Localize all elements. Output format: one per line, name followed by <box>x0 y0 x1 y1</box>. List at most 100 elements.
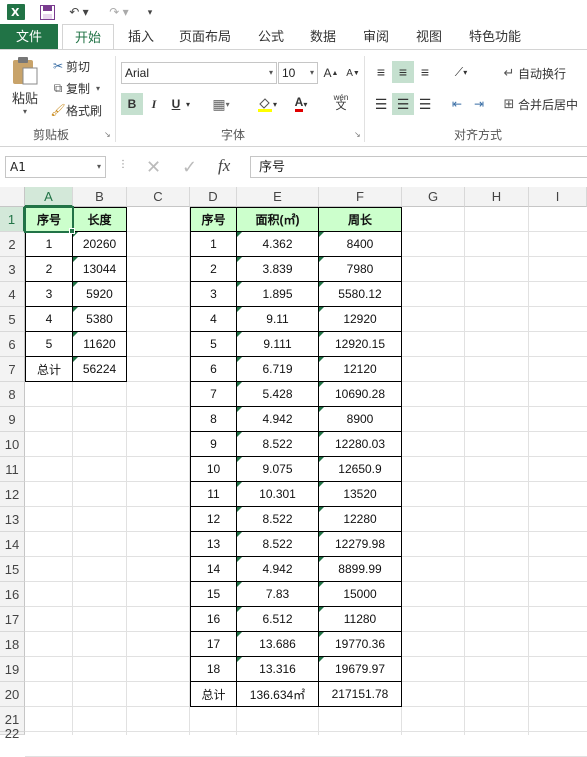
decrease-indent-icon[interactable]: ⇤ <box>446 93 468 115</box>
row-header-6[interactable]: 6 <box>0 332 25 357</box>
excel-logo-icon[interactable]: X <box>6 3 26 21</box>
table2-cell[interactable]: 1.895 <box>237 282 319 307</box>
table2-cell[interactable]: 11 <box>190 482 237 507</box>
row-header-17[interactable]: 17 <box>0 607 25 632</box>
table1-header-cell[interactable]: 序号 <box>25 207 73 232</box>
tab-formulas[interactable]: 公式 <box>248 24 294 49</box>
table2-cell[interactable]: 9.075 <box>237 457 319 482</box>
table2-cell[interactable]: 14 <box>190 557 237 582</box>
cut-button[interactable]: ✂ 剪切 <box>50 57 90 75</box>
row-header-10[interactable]: 10 <box>0 432 25 457</box>
row-header-20[interactable]: 20 <box>0 682 25 707</box>
insert-function-icon[interactable]: fx <box>218 156 230 176</box>
table2-cell[interactable]: 8899.99 <box>319 557 402 582</box>
name-box[interactable]: A1 ▾ <box>5 156 106 178</box>
table2-cell[interactable]: 18 <box>190 657 237 682</box>
table1-cell[interactable]: 5 <box>25 332 73 357</box>
formula-input[interactable]: 序号 <box>250 156 587 178</box>
table2-cell[interactable]: 12650.9 <box>319 457 402 482</box>
row-header-4[interactable]: 4 <box>0 282 25 307</box>
column-header-d[interactable]: D <box>190 187 237 207</box>
table1-cell[interactable]: 13044 <box>73 257 127 282</box>
cancel-icon[interactable]: ✕ <box>146 157 161 178</box>
row-header-9[interactable]: 9 <box>0 407 25 432</box>
table1-cell[interactable]: 5380 <box>73 307 127 332</box>
align-bottom-icon[interactable]: ≡ <box>414 61 436 83</box>
table2-cell[interactable]: 12920.15 <box>319 332 402 357</box>
tab-special-features[interactable]: 特色功能 <box>462 24 528 49</box>
table2-cell[interactable]: 8.522 <box>237 432 319 457</box>
table2-cell[interactable]: 8400 <box>319 232 402 257</box>
wrap-text-button[interactable]: ↵ 自动换行 <box>500 63 566 83</box>
font-size-select[interactable]: 10 ▾ <box>278 62 318 84</box>
table1-cell[interactable]: 56224 <box>73 357 127 382</box>
column-header-i[interactable]: I <box>529 187 587 207</box>
table2-header-cell[interactable]: 序号 <box>190 207 237 232</box>
table1-header-cell[interactable]: 长度 <box>73 207 127 232</box>
align-right-icon[interactable]: ☰ <box>414 93 436 115</box>
table2-cell[interactable]: 13 <box>190 532 237 557</box>
align-center-icon[interactable]: ☰ <box>392 93 414 115</box>
tab-file[interactable]: 文件 <box>0 24 58 49</box>
phonetic-guide-icon[interactable]: wén 文 <box>326 91 356 113</box>
table2-cell[interactable]: 6.512 <box>237 607 319 632</box>
table2-cell[interactable]: 4 <box>190 307 237 332</box>
table2-cell[interactable]: 136.634㎡ <box>237 682 319 707</box>
format-painter-button[interactable]: 🖌 格式刷 <box>50 101 102 119</box>
table2-cell[interactable]: 12279.98 <box>319 532 402 557</box>
table2-cell[interactable]: 12920 <box>319 307 402 332</box>
table2-cell[interactable]: 7.83 <box>237 582 319 607</box>
row-header-8[interactable]: 8 <box>0 382 25 407</box>
bold-button[interactable]: B <box>121 93 143 115</box>
table2-cell[interactable]: 8.522 <box>237 532 319 557</box>
dialog-launcher-icon[interactable]: ↘ <box>104 130 111 139</box>
table2-cell[interactable]: 19770.36 <box>319 632 402 657</box>
row-header-2[interactable]: 2 <box>0 232 25 257</box>
column-header-e[interactable]: E <box>237 187 319 207</box>
row-header-1[interactable]: 1 <box>0 207 25 232</box>
table2-cell[interactable]: 19679.97 <box>319 657 402 682</box>
table1-cell[interactable]: 3 <box>25 282 73 307</box>
table2-cell[interactable]: 15 <box>190 582 237 607</box>
table2-cell[interactable]: 12280 <box>319 507 402 532</box>
table2-cell[interactable]: 9.11 <box>237 307 319 332</box>
paste-button[interactable]: 粘贴 ▾ <box>8 56 42 120</box>
table2-cell[interactable]: 6 <box>190 357 237 382</box>
row-header-13[interactable]: 13 <box>0 507 25 532</box>
align-middle-icon[interactable]: ≡ <box>392 61 414 83</box>
table2-cell[interactable]: 10.301 <box>237 482 319 507</box>
worksheet-grid[interactable]: A B C D E F G H I 1 2 3 4 5 6 7 8 9 10 11 12 13 14 15 16 17 18 19 20… <box>0 187 587 757</box>
column-header-g[interactable]: G <box>402 187 465 207</box>
table1-cell[interactable]: 总计 <box>25 357 73 382</box>
table1-cell[interactable]: 11620 <box>73 332 127 357</box>
increase-indent-icon[interactable]: ⇥ <box>468 93 490 115</box>
align-left-icon[interactable]: ☰ <box>370 93 392 115</box>
customize-qat-icon[interactable]: ▾ <box>144 3 156 21</box>
table2-cell[interactable]: 4.942 <box>237 407 319 432</box>
row-header-14[interactable]: 14 <box>0 532 25 557</box>
tab-home[interactable]: 开始 <box>62 24 114 50</box>
tab-data[interactable]: 数据 <box>300 24 346 49</box>
row-header-16[interactable]: 16 <box>0 582 25 607</box>
row-header-3[interactable]: 3 <box>0 257 25 282</box>
table2-cell[interactable]: 13520 <box>319 482 402 507</box>
table2-cell[interactable]: 16 <box>190 607 237 632</box>
borders-icon[interactable]: ▦ ▾ <box>206 93 236 115</box>
row-header-18[interactable]: 18 <box>0 632 25 657</box>
row-header-5[interactable]: 5 <box>0 307 25 332</box>
table1-cell[interactable]: 2 <box>25 257 73 282</box>
table2-cell[interactable]: 7980 <box>319 257 402 282</box>
table2-cell[interactable]: 10 <box>190 457 237 482</box>
copy-button[interactable]: ⧉ 复制 ▾ <box>50 79 100 97</box>
font-name-select[interactable]: Arial ▾ <box>121 62 277 84</box>
table2-cell[interactable]: 3.839 <box>237 257 319 282</box>
table2-cell[interactable]: 7 <box>190 382 237 407</box>
increase-font-icon[interactable]: A ▲ <box>320 62 342 84</box>
table2-cell[interactable]: 9 <box>190 432 237 457</box>
table2-cell[interactable]: 4.362 <box>237 232 319 257</box>
table2-cell[interactable]: 2 <box>190 257 237 282</box>
merge-center-button[interactable]: ⊞ 合并后居中 <box>500 94 578 114</box>
orientation-icon[interactable]: ⟋ ▾ <box>446 61 476 83</box>
table2-cell[interactable]: 15000 <box>319 582 402 607</box>
table2-cell[interactable]: 12280.03 <box>319 432 402 457</box>
